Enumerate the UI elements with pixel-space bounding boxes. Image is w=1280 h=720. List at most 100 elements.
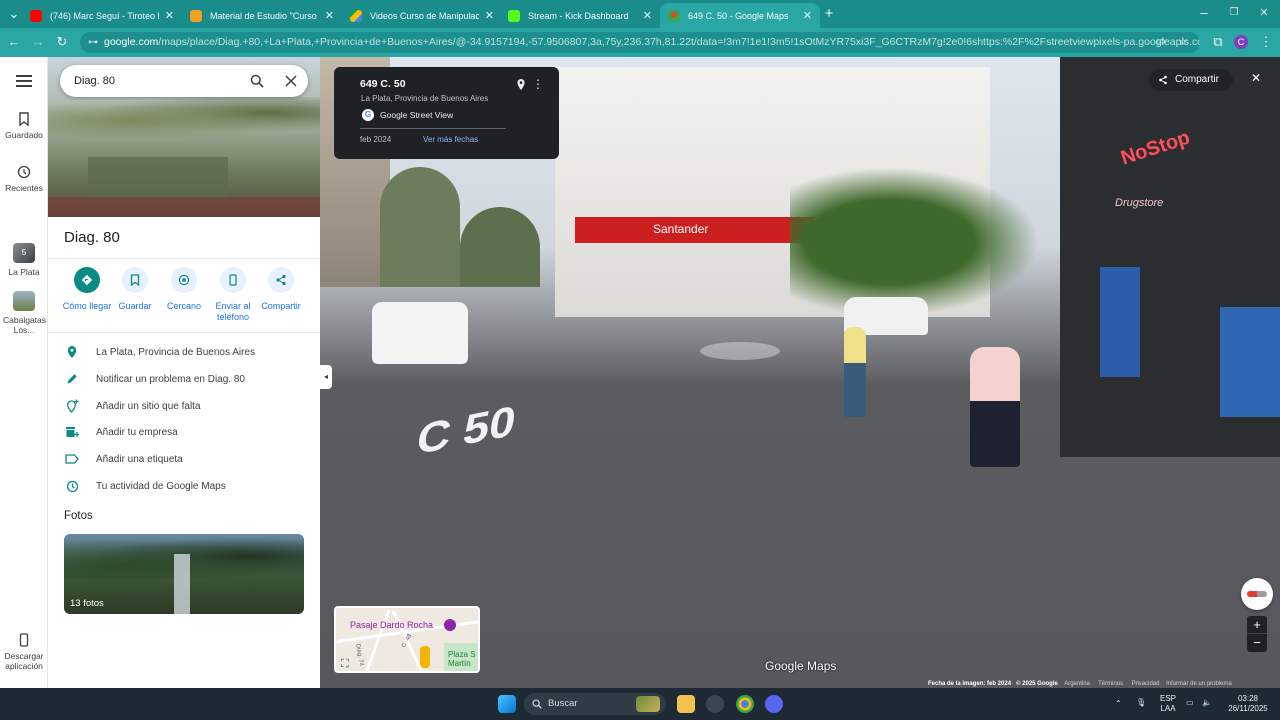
menu-kebab-icon[interactable]: ⋮	[1258, 34, 1274, 50]
address-bar[interactable]: ⊶ google.com/maps/place/Diag.+80,+La+Pla…	[80, 32, 1200, 53]
zoom-in-button[interactable]: +	[1247, 616, 1267, 633]
rail-item-la-plata[interactable]: 5 La Plata	[0, 243, 48, 277]
tab-search-chevron-icon[interactable]: ⌄	[6, 6, 22, 22]
maximize-icon[interactable]: ❐	[1226, 5, 1242, 21]
volume-icon[interactable]: 🔈	[1202, 698, 1212, 708]
add-missing-place-row[interactable]: Añadir un sitio que falta	[64, 396, 201, 416]
rail-item-guardado[interactable]: Guardado	[0, 112, 48, 140]
rail-item-recientes[interactable]: Recientes	[0, 165, 48, 193]
windows-start-icon[interactable]	[498, 695, 516, 713]
close-tab-icon[interactable]: ✕	[643, 9, 652, 22]
tower-silhouette	[174, 554, 190, 614]
search-icon[interactable]	[250, 74, 264, 88]
report-problem-row[interactable]: Notificar un problema en Diag. 80	[64, 369, 245, 389]
attrib-privacy-link[interactable]: Privacidad	[1131, 681, 1159, 687]
close-streetview-icon[interactable]: ✕	[1251, 71, 1261, 85]
collapse-panel-button[interactable]: ◂	[320, 365, 332, 389]
capture-date: feb 2024	[360, 135, 392, 144]
add-business-row[interactable]: Añadir tu empresa	[64, 422, 178, 442]
taskbar-search-label: Buscar	[548, 698, 578, 709]
compass-icon[interactable]	[1241, 578, 1273, 610]
location-pin-icon[interactable]	[516, 78, 526, 91]
row-text: Tu actividad de Google Maps	[96, 480, 226, 492]
santander-awning: Santander	[575, 217, 815, 243]
close-window-icon[interactable]: ✕	[1256, 5, 1272, 21]
google-maps-icon	[668, 9, 680, 22]
tray-chevron-icon[interactable]: ⌃	[1115, 699, 1122, 709]
photos-thumbnail[interactable]: 13 fotos	[64, 534, 304, 614]
row-text: La Plata, Provincia de Buenos Aires	[96, 346, 255, 358]
discord-icon[interactable]	[765, 695, 783, 713]
share-label: Compartir	[1175, 74, 1219, 85]
minimap-park-label: Plaza S Martín	[448, 650, 476, 668]
forward-icon[interactable]: →	[30, 34, 46, 50]
row-text: Añadir tu empresa	[96, 426, 178, 438]
chrome-icon[interactable]	[736, 695, 754, 713]
profile-avatar[interactable]: C	[1234, 35, 1248, 49]
close-tab-icon[interactable]: ✕	[325, 9, 334, 22]
bookmark-icon	[122, 267, 148, 293]
clock-time: 03:28	[1237, 694, 1259, 703]
minimize-icon[interactable]: –	[1196, 5, 1212, 21]
attrib-terms-link[interactable]: Términos	[1098, 681, 1123, 687]
clear-search-icon[interactable]	[284, 74, 298, 88]
microphone-icon[interactable]: 🎙	[1136, 698, 1146, 708]
google-maps-watermark: Google Maps	[765, 659, 837, 673]
bookmark-star-icon[interactable]: ☆	[1178, 35, 1188, 48]
extensions-icon[interactable]: ⧉	[1210, 34, 1226, 50]
address-row[interactable]: La Plata, Provincia de Buenos Aires	[64, 342, 255, 362]
tab-google-maps[interactable]: 649 C. 50 - Google Maps ✕	[660, 3, 820, 28]
expand-map-icon[interactable]: ⛶	[341, 658, 349, 671]
store-neon-sign: NoStop	[1118, 126, 1193, 170]
store-window	[1100, 267, 1140, 377]
search-input[interactable]: Diag. 80	[60, 65, 308, 97]
site-info-icon[interactable]: ⊶	[88, 32, 98, 53]
close-tab-icon[interactable]: ✕	[803, 9, 812, 22]
file-explorer-icon[interactable]	[677, 695, 695, 713]
tab-youtube[interactable]: (746) Marc Seguí - Tiroteo Rem ✕	[22, 3, 182, 28]
youtube-icon	[30, 9, 42, 22]
tab-kick-dashboard[interactable]: Stream - Kick Dashboard ✕	[500, 3, 660, 28]
place-title: Diag. 80	[64, 229, 120, 246]
back-icon[interactable]: ←	[6, 34, 22, 50]
nearby-button[interactable]: Cercano	[156, 267, 212, 312]
streetview-share-button[interactable]: Compartir	[1149, 69, 1233, 91]
action-label: Compartir	[261, 301, 301, 311]
more-options-icon[interactable]: ⋮	[532, 77, 544, 91]
reload-icon[interactable]: ↻	[54, 34, 70, 50]
app-icon[interactable]	[706, 695, 724, 713]
add-label-row[interactable]: Añadir una etiqueta	[64, 449, 183, 469]
maps-left-rail: Guardado Recientes 5 La Plata Cabalgatas…	[0, 57, 48, 688]
new-tab-icon[interactable]: +	[821, 6, 837, 22]
maps-activity-row[interactable]: Tu actividad de Google Maps	[64, 476, 226, 496]
clock-date: 26/11/2025	[1228, 704, 1268, 713]
bank-sign: Santander	[653, 222, 709, 236]
photos-heading: Fotos	[64, 510, 93, 522]
share-button[interactable]: Compartir	[253, 267, 309, 312]
hamburger-menu-icon[interactable]	[16, 75, 32, 87]
clock[interactable]: 03:28 26/11/2025	[1226, 694, 1270, 714]
language-indicator[interactable]: ESP LAA	[1156, 694, 1180, 714]
rail-item-cabalgatas[interactable]: Cabalgatas Los...	[0, 291, 48, 335]
add-business-icon	[64, 424, 80, 440]
attrib-report-link[interactable]: Informar de un problema	[1166, 681, 1232, 687]
attrib-country[interactable]: Argentina	[1064, 681, 1090, 687]
rail-item-label: Guardado	[5, 130, 43, 140]
taskbar-search-box[interactable]: Buscar	[524, 693, 666, 715]
action-label: Cercano	[166, 301, 202, 311]
tab-material-estudio[interactable]: Material de Estudio "Curso de F ✕	[182, 3, 342, 28]
close-tab-icon[interactable]: ✕	[485, 9, 494, 22]
close-tab-icon[interactable]: ✕	[165, 9, 174, 22]
network-icon[interactable]: ▭	[1186, 698, 1194, 708]
download-app-button[interactable]: Descargar aplicación	[0, 633, 48, 671]
street-view-minimap[interactable]: Pasaje Dardo Rocha Plaza S Martín C. 48 …	[334, 606, 480, 673]
history-icon	[17, 165, 31, 179]
navigation-ring[interactable]	[700, 342, 780, 360]
tree-right	[790, 167, 1040, 317]
more-dates-link[interactable]: Ver más fechas	[423, 135, 478, 144]
tab-videos-curso[interactable]: Videos Curso de Manipulación ✕	[342, 3, 502, 28]
save-button[interactable]: Guardar	[107, 267, 163, 312]
install-app-icon[interactable]: ▭	[1156, 36, 1165, 47]
zoom-out-button[interactable]: −	[1247, 633, 1267, 651]
tab-title: Material de Estudio "Curso de F	[210, 10, 319, 21]
